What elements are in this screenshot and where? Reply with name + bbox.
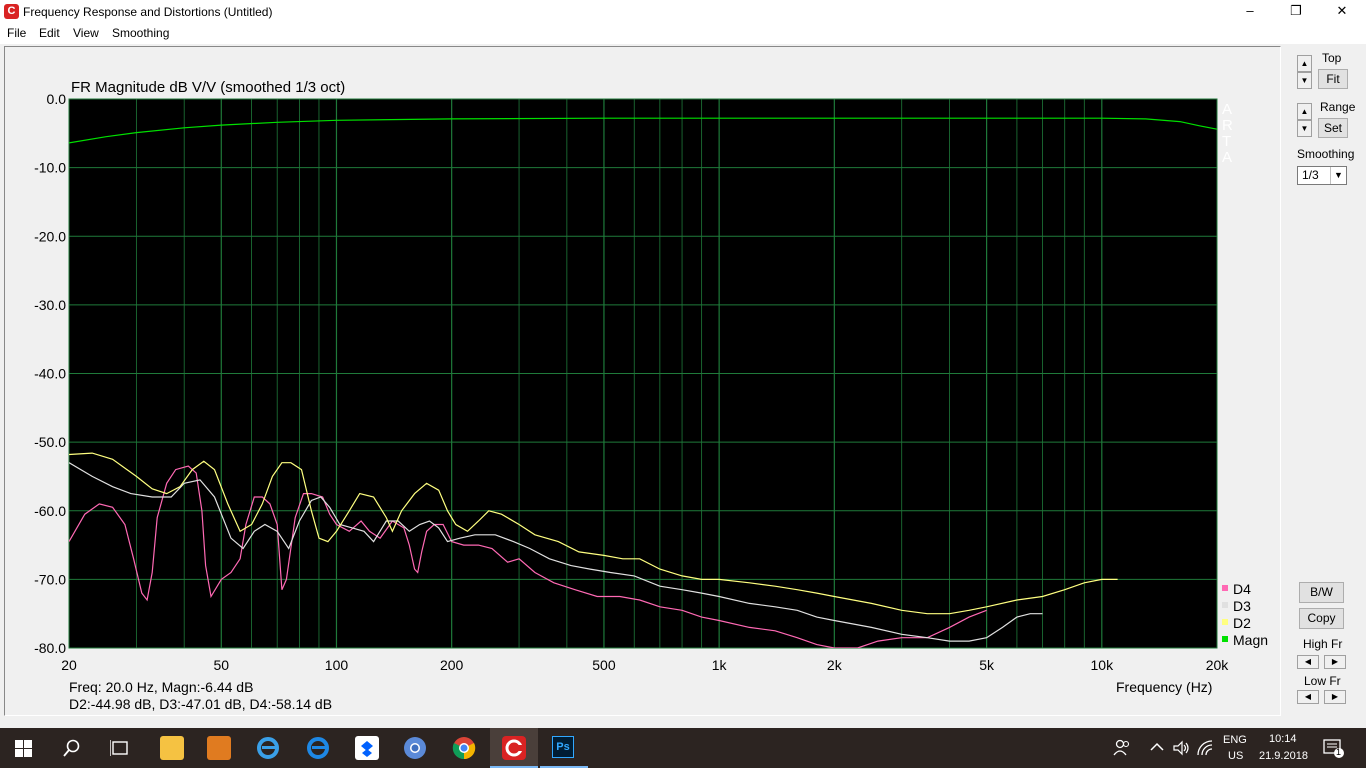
y-tick-label: -70.0	[34, 571, 66, 587]
y-tick-label: -20.0	[34, 228, 66, 244]
notification-count: 1	[1336, 747, 1342, 757]
x-tick-label: 100	[325, 657, 349, 673]
y-tick-label: -30.0	[34, 297, 66, 313]
cursor-readout-magnitude: Freq: 20.0 Hz, Magn:-6.44 dB	[69, 679, 254, 695]
legend: D4D3D2Magn	[1222, 581, 1268, 648]
low-fr-left-arrow[interactable]: ◀	[1297, 690, 1319, 704]
low-fr-right-arrow[interactable]: ▶	[1324, 690, 1346, 704]
smoothing-select[interactable]: 1/3 ▼	[1297, 166, 1347, 185]
fit-button[interactable]: Fit	[1318, 69, 1348, 89]
top-up-spin[interactable]: ▲	[1297, 55, 1312, 72]
y-tick-label: -40.0	[34, 366, 66, 382]
keyboard-layout[interactable]: US	[1228, 750, 1243, 762]
x-tick-label: 200	[440, 657, 464, 673]
legend-swatch	[1222, 636, 1228, 642]
y-tick-label: -60.0	[34, 503, 66, 519]
bw-button[interactable]: B/W	[1299, 582, 1344, 603]
high-fr-label: High Fr	[1303, 637, 1343, 651]
clock-time[interactable]: 10:14	[1269, 733, 1297, 745]
legend-swatch	[1222, 619, 1228, 625]
top-down-spin[interactable]: ▼	[1297, 72, 1312, 89]
low-fr-label: Low Fr	[1304, 674, 1341, 688]
cursor-readout-distortion: D2:-44.98 dB, D3:-47.01 dB, D4:-58.14 dB	[69, 696, 333, 712]
arta-watermark: A R T A	[1222, 101, 1233, 166]
y-tick-label: 0.0	[47, 91, 67, 107]
wifi-icon[interactable]	[1196, 739, 1214, 757]
photoshop-icon: Ps	[552, 736, 574, 758]
legend-label: D2	[1233, 615, 1251, 631]
range-label: Range	[1320, 100, 1356, 114]
x-tick-label: 5k	[979, 657, 995, 673]
search-icon[interactable]	[63, 739, 81, 757]
smoothing-value: 1/3	[1302, 168, 1319, 182]
x-tick-label: 500	[592, 657, 616, 673]
range-up-spin[interactable]: ▲	[1297, 103, 1312, 120]
file-explorer-icon[interactable]	[160, 736, 184, 760]
input-language[interactable]: ENG	[1223, 734, 1247, 746]
task-view-icon[interactable]	[110, 739, 130, 757]
x-tick-label: 10k	[1091, 657, 1115, 673]
arta-taskbar-button[interactable]	[490, 728, 538, 768]
x-tick-label: 50	[213, 657, 229, 673]
arta-icon	[502, 736, 526, 760]
chromium-icon[interactable]	[403, 736, 427, 760]
top-label: Top	[1322, 51, 1342, 65]
notifications-icon[interactable]	[1323, 739, 1345, 759]
chevron-up-icon[interactable]	[1150, 742, 1164, 752]
x-tick-label: 20	[61, 657, 77, 673]
volume-icon[interactable]	[1172, 739, 1190, 757]
range-down-spin[interactable]: ▼	[1297, 120, 1312, 137]
smoothing-label: Smoothing	[1297, 147, 1355, 161]
control-panel-icon[interactable]	[207, 736, 231, 760]
x-tick-label: 20k	[1206, 657, 1230, 673]
high-fr-left-arrow[interactable]: ◀	[1297, 655, 1319, 669]
set-button[interactable]: Set	[1318, 118, 1348, 138]
chevron-down-icon[interactable]: ▼	[1330, 167, 1346, 184]
watermark-letter: A	[1222, 101, 1232, 118]
dropbox-icon[interactable]	[355, 736, 379, 760]
watermark-letter: T	[1222, 133, 1231, 150]
legend-swatch	[1222, 585, 1228, 591]
photoshop-taskbar-button[interactable]: Ps	[540, 728, 588, 768]
y-tick-label: -80.0	[34, 640, 66, 656]
high-fr-right-arrow[interactable]: ▶	[1324, 655, 1346, 669]
watermark-letter: R	[1222, 117, 1233, 134]
copy-button[interactable]: Copy	[1299, 608, 1344, 629]
chrome-icon[interactable]	[452, 736, 476, 760]
y-tick-label: -50.0	[34, 434, 66, 450]
y-tick-label: -10.0	[34, 160, 66, 176]
clock-date[interactable]: 21.9.2018	[1259, 750, 1308, 762]
taskbar: Ps ENG US 10:14 21.9.2018 1	[0, 728, 1366, 768]
legend-label: Magn	[1233, 632, 1268, 648]
legend-label: D3	[1233, 598, 1251, 614]
edge-icon[interactable]	[306, 736, 330, 760]
x-axis-title: Frequency (Hz)	[1116, 679, 1213, 695]
x-tick-label: 2k	[827, 657, 843, 673]
watermark-letter: A	[1222, 149, 1232, 166]
x-tick-label: 1k	[712, 657, 728, 673]
frequency-response-chart[interactable]: 20 50 100 200 500 1k 2k 5k 10k 20k 0.0 -10.0 -20.0 -3…	[0, 0, 1366, 728]
legend-swatch	[1222, 602, 1228, 608]
windows-start-icon[interactable]	[15, 740, 32, 757]
people-icon[interactable]	[1113, 739, 1131, 757]
internet-explorer-icon[interactable]	[256, 736, 280, 760]
legend-label: D4	[1233, 581, 1251, 597]
